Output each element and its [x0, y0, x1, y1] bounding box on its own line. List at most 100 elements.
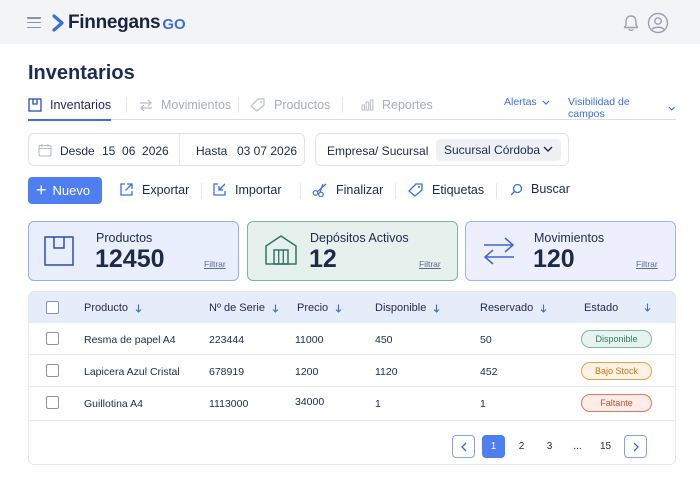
- price-cell: 11000: [295, 334, 324, 346]
- user-avatar-icon[interactable]: [647, 12, 669, 34]
- sort-arrow-icon: [540, 304, 547, 313]
- labels-label: Etiquetas: [432, 182, 485, 197]
- column-header-label: Estado: [584, 302, 619, 314]
- tab-movimientos[interactable]: Movimientos: [139, 94, 231, 116]
- logo-suffix: GO: [162, 16, 186, 33]
- movements-filter-link[interactable]: Filtrar: [636, 259, 658, 269]
- box-icon: [44, 236, 74, 266]
- products-card-title: Productos: [96, 231, 153, 245]
- chevron-down-icon: [669, 106, 676, 111]
- calendar-icon[interactable]: [38, 143, 52, 157]
- new-button[interactable]: + Nuevo: [28, 177, 102, 204]
- filter-divider: [179, 134, 180, 165]
- product-cell: Lapicera Azul Cristal: [84, 366, 180, 378]
- from-date-input[interactable]: 15 06 2026: [102, 144, 169, 158]
- page-button-1[interactable]: 1: [482, 435, 505, 458]
- available-cell: 450: [375, 334, 393, 346]
- depots-card-title: Depósitos Activos: [310, 231, 409, 245]
- alerts-dropdown[interactable]: Alertas: [504, 96, 550, 108]
- toolbar-divider: [201, 183, 202, 199]
- finalize-button[interactable]: Finalizar: [312, 182, 383, 197]
- sort-arrow-icon[interactable]: [644, 303, 651, 312]
- available-cell: 1: [375, 398, 381, 410]
- export-button[interactable]: Exportar: [119, 182, 189, 197]
- visibility-label: Visibilidad de campos: [568, 96, 630, 120]
- tab-label: Inventarios: [50, 98, 112, 112]
- company-branch-filter: Empresa/ Sucursal Sucursal Córdoba: [315, 133, 569, 166]
- table-row[interactable]: Resma de papel A4 223444 11000 450 50 Di…: [29, 323, 675, 355]
- to-date-input[interactable]: 03 07 2026: [237, 144, 297, 158]
- tab-divider: [238, 97, 239, 113]
- status-badge: Disponible: [581, 330, 652, 348]
- movements-card[interactable]: Movimientos 120 Filtrar: [465, 221, 676, 281]
- section-tabs: Inventarios Movimientos Productos Report…: [28, 94, 676, 121]
- serial-cell: 678919: [209, 366, 245, 378]
- reserved-cell: 50: [480, 334, 492, 346]
- depots-filter-link[interactable]: Filtrar: [419, 259, 441, 269]
- bell-icon[interactable]: [621, 13, 641, 33]
- page-button-2[interactable]: 2: [510, 435, 533, 458]
- column-header-serial[interactable]: Nº de Serie: [209, 302, 279, 314]
- reserved-cell: 452: [480, 366, 498, 378]
- movements-card-title: Movimientos: [534, 231, 605, 245]
- import-icon: [213, 183, 226, 196]
- price-cell: 34000: [295, 396, 325, 408]
- row-checkbox[interactable]: [46, 332, 59, 345]
- chevron-right-icon: [633, 442, 639, 452]
- search-icon: [510, 183, 523, 195]
- row-checkbox[interactable]: [46, 396, 59, 409]
- chevron-left-icon: [461, 442, 467, 452]
- tab-label: Reportes: [382, 98, 433, 112]
- toolbar-divider: [395, 183, 396, 199]
- branch-select-value: Sucursal Córdoba: [444, 143, 541, 157]
- tab-label: Productos: [274, 98, 331, 112]
- product-cell: Guillotina A4: [84, 398, 143, 410]
- box-icon: [28, 98, 42, 112]
- tag-icon: [250, 98, 265, 112]
- products-card[interactable]: Productos 12450 Filtrar: [28, 221, 239, 281]
- tab-inventarios[interactable]: Inventarios: [28, 94, 112, 121]
- column-header-label: Producto: [84, 302, 129, 314]
- app-logo[interactable]: Finnegans GO: [52, 12, 186, 34]
- field-visibility-dropdown[interactable]: Visibilidad de campos: [568, 96, 676, 120]
- next-page-button[interactable]: [624, 435, 647, 458]
- column-header-label: Disponible: [375, 302, 427, 314]
- finalize-label: Finalizar: [336, 182, 384, 197]
- company-label: Empresa/ Sucursal: [327, 144, 429, 158]
- status-badge: Bajo Stock: [581, 362, 652, 380]
- chevron-down-icon: [543, 146, 553, 152]
- table-row[interactable]: Guillotina A4 1113000 34000 1 1 Faltante: [29, 387, 675, 421]
- labels-button[interactable]: Etiquetas: [408, 182, 484, 197]
- product-cell: Resma de papel A4: [84, 334, 176, 346]
- sort-arrow-icon: [335, 304, 342, 313]
- row-checkbox[interactable]: [46, 364, 59, 377]
- logo-chevron-icon: [52, 14, 64, 32]
- alerts-label: Alertas: [504, 96, 537, 108]
- tab-productos[interactable]: Productos: [250, 94, 330, 116]
- new-button-label: Nuevo: [52, 183, 91, 198]
- arrows-icon: [140, 99, 152, 111]
- column-header-status[interactable]: Estado: [584, 302, 618, 314]
- column-header-price[interactable]: Precio: [297, 302, 342, 314]
- branch-select[interactable]: Sucursal Córdoba: [436, 139, 561, 161]
- tab-reportes[interactable]: Reportes: [361, 94, 433, 116]
- column-header-available[interactable]: Disponible: [375, 302, 440, 314]
- menu-icon[interactable]: [27, 17, 41, 28]
- price-cell: 1200: [295, 366, 319, 378]
- import-button[interactable]: Importar: [212, 182, 282, 197]
- column-header-label: Precio: [297, 302, 329, 314]
- page-button-3[interactable]: 3: [538, 435, 561, 458]
- plus-icon: +: [36, 179, 47, 200]
- actions-toolbar: + Nuevo Exportar Importar Finalizar Etiq…: [28, 177, 676, 205]
- column-header-reserved[interactable]: Reservado: [480, 302, 547, 314]
- active-depots-card[interactable]: Depósitos Activos 12 Filtrar: [247, 221, 458, 281]
- toolbar-divider: [300, 183, 301, 199]
- table-row[interactable]: Lapicera Azul Cristal 678919 1200 1120 4…: [29, 355, 675, 387]
- page-button-15[interactable]: 15: [594, 435, 617, 458]
- previous-page-button[interactable]: [452, 435, 475, 458]
- search-button[interactable]: Buscar: [510, 182, 570, 196]
- column-header-product[interactable]: Producto: [84, 302, 142, 314]
- select-all-checkbox[interactable]: [46, 301, 59, 314]
- products-filter-link[interactable]: Filtrar: [204, 259, 226, 269]
- products-count: 12450: [95, 245, 165, 273]
